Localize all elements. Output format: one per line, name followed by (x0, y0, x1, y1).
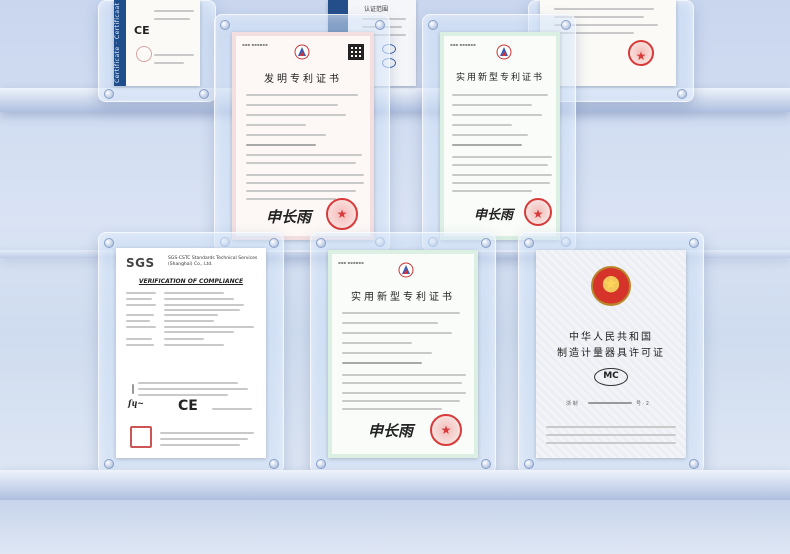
certificate-title: 发明专利证书 (264, 74, 342, 85)
certificate-side-strip: Certificate · Certificaat (114, 0, 126, 86)
red-seal-icon (524, 198, 552, 226)
patent-office-logo-icon (496, 44, 512, 60)
national-emblem-icon (591, 266, 631, 306)
signature-icon: ſɥ~ (128, 398, 144, 408)
certificate-title: 实用新型专利证书 (455, 73, 544, 83)
frame-pin (689, 459, 699, 469)
certificate-utility-patent-top: ▪▪▪ ▪▪▪▪▪▪ 实用新型专利证书 申长雨 (440, 32, 560, 240)
floor-reflection (0, 500, 790, 554)
frame-pin (104, 459, 114, 469)
frame-pin (104, 89, 114, 99)
stamp-icon (136, 46, 152, 62)
frame-pin (481, 459, 491, 469)
ce-mark-icon: CE (134, 24, 150, 37)
certificate-invention-patent: ▪▪▪ ▪▪▪▪▪▪ 发明专利证书 申长雨 (232, 32, 374, 240)
sgs-stamp-icon (130, 426, 152, 448)
signature: 申长雨 (368, 422, 414, 440)
frame-pin (269, 238, 279, 248)
frame-pin (220, 20, 230, 30)
red-seal-icon (628, 40, 654, 66)
sgs-header: SGS-CSTC Standards Technical Services (S… (168, 256, 258, 267)
frame-pin (561, 20, 571, 30)
certificate-ce-top-left: Certificate · Certificaat CE (114, 0, 200, 86)
frame-pin (269, 459, 279, 469)
license-number-suffix: 号 · 2 (636, 401, 649, 407)
cmc-mark-icon: MC (594, 368, 628, 386)
frame-pin (481, 238, 491, 248)
frame-pin (316, 459, 326, 469)
license-title: 制造计量器具许可证 (557, 348, 665, 359)
frame-pin (104, 238, 114, 248)
patent-office-logo-icon (294, 44, 310, 60)
patent-office-logo-icon (398, 262, 414, 278)
frame-pin (428, 20, 438, 30)
certificate-metrology-license: 中华人民共和国 制造计量器具许可证 MC 浙 制 号 · 2 (536, 250, 686, 458)
qr-code-icon (348, 44, 364, 60)
certificate-sgs-verification: SGS SGS-CSTC Standards Technical Service… (116, 248, 266, 458)
license-number-prefix: 浙 制 (566, 401, 578, 407)
frame-pin (524, 459, 534, 469)
certificate-heading: 认证范围 (364, 6, 389, 13)
frame-pin (375, 20, 385, 30)
frame-pin (316, 238, 326, 248)
verification-title: VERIFICATION OF COMPLIANCE (138, 278, 244, 285)
country-name: 中华人民共和国 (569, 332, 653, 343)
red-seal-icon (430, 414, 462, 446)
frame-pin (524, 238, 534, 248)
certificate-utility-patent-bottom: ▪▪▪ ▪▪▪▪▪▪ 实用新型专利证书 申长雨 (328, 250, 478, 458)
certificate-title: 实用新型专利证书 (351, 292, 455, 303)
frame-pin (199, 89, 209, 99)
lower-display-shelf (0, 470, 790, 500)
signature: 申长雨 (474, 208, 514, 223)
ce-mark: CE (178, 398, 198, 414)
red-seal-icon (326, 198, 358, 230)
sgs-logo: SGS (126, 256, 155, 270)
frame-pin (689, 238, 699, 248)
frame-pin (677, 89, 687, 99)
signature: 申长雨 (266, 208, 312, 226)
